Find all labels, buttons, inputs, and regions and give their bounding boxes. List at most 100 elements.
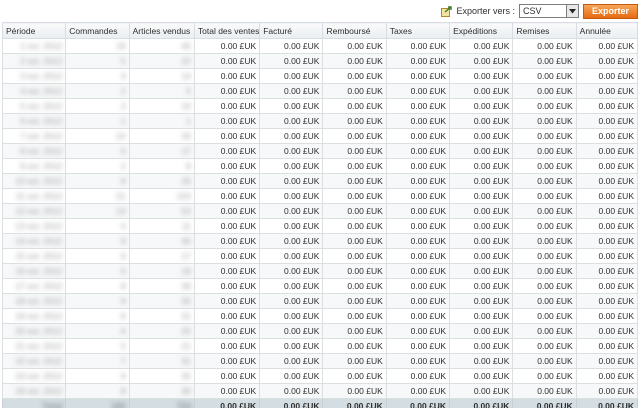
table-row[interactable]: 12 oct. 2012 13 53 0.00 £UK 0.00 £UK 0.00 £UK… [1, 203, 639, 219]
table-row[interactable]: 22 oct. 2012 7 31 0.00 £UK 0.00 £UK 0.00 £UK 0… [1, 353, 639, 369]
cell-amount: 0.00 £UK [259, 308, 324, 324]
table-row[interactable]: 16 oct. 2012 6 18 0.00 £UK 0.00 £UK 0.00 £UK 0… [1, 263, 639, 279]
table-row[interactable]: 11 oct. 2012 21 103 0.00 £UK 0.00 £UK 0.00 £U… [1, 188, 639, 204]
cell-period: 8 oct. 2012 [1, 143, 67, 159]
cell-amount: 0.00 £UK [512, 188, 577, 204]
cell-period: 2 oct. 2012 [1, 53, 67, 69]
cell-period: 1 oct. 2012 [1, 38, 67, 54]
totals-amount: 0.00 £UK [385, 398, 451, 408]
cell-amount: 0.00 £UK [385, 218, 451, 234]
cell-amount: 0.00 £UK [193, 383, 261, 399]
cell-amount: 0.00 £UK [575, 278, 639, 294]
cell-amount: 0.00 £UK [193, 158, 261, 174]
cell-amount: 0.00 £UK [575, 218, 639, 234]
cell-amount: 0.00 £UK [322, 368, 387, 384]
cell-amount: 0.00 £UK [259, 293, 324, 309]
column-header[interactable]: Remboursé [322, 22, 387, 39]
cell-period: 18 oct. 2012 [1, 293, 67, 309]
chevron-down-icon[interactable] [565, 5, 578, 17]
table-row[interactable]: 4 oct. 2012 2 5 0.00 £UK 0.00 £UK 0.00 £UK 0.0… [1, 83, 639, 99]
cell-amount: 0.00 £UK [385, 308, 451, 324]
table-row[interactable]: 2 oct. 2012 5 22 0.00 £UK 0.00 £UK 0.00 £UK 0.… [1, 53, 639, 69]
export-format-select[interactable]: CSV [518, 4, 579, 18]
cell-period: 7 oct. 2012 [1, 128, 67, 144]
column-header[interactable]: Commandes [65, 22, 130, 39]
table-row[interactable]: 20 oct. 2012 6 20 0.00 £UK 0.00 £UK 0.00 £UK 0… [1, 323, 639, 339]
column-header[interactable]: Expéditions [449, 22, 514, 39]
cell-amount: 0.00 £UK [512, 293, 577, 309]
cell-orders: 21 [65, 188, 130, 204]
column-header[interactable]: Annulée [575, 22, 639, 39]
cell-amount: 0.00 £UK [193, 218, 261, 234]
table-row[interactable]: 23 oct. 2012 9 35 0.00 £UK 0.00 £UK 0.00 £UK 0… [1, 368, 639, 384]
cell-amount: 0.00 £UK [259, 233, 324, 249]
cell-amount: 0.00 £UK [385, 158, 451, 174]
table-row[interactable]: 3 oct. 2012 4 14 0.00 £UK 0.00 £UK 0.00 £UK 0.… [1, 68, 639, 84]
cell-items: 17 [128, 248, 195, 264]
cell-amount: 0.00 £UK [322, 248, 387, 264]
cell-amount: 0.00 £UK [322, 68, 387, 84]
column-header[interactable]: Remises [512, 22, 577, 39]
cell-amount: 0.00 £UK [512, 53, 577, 69]
table-row[interactable]: 19 oct. 2012 8 31 0.00 £UK 0.00 £UK 0.00 £UK 0… [1, 308, 639, 324]
cell-amount: 0.00 £UK [385, 98, 451, 114]
cell-amount: 0.00 £UK [512, 158, 577, 174]
cell-items: 35 [128, 293, 195, 309]
cell-amount: 0.00 £UK [259, 323, 324, 339]
cell-amount: 0.00 £UK [385, 38, 451, 54]
cell-amount: 0.00 £UK [322, 128, 387, 144]
cell-amount: 0.00 £UK [385, 383, 451, 399]
table-row[interactable]: 14 oct. 2012 9 40 0.00 £UK 0.00 £UK 0.00 £UK 0… [1, 233, 639, 249]
table-row[interactable]: 15 oct. 2012 6 17 0.00 £UK 0.00 £UK 0.00 £UK 0… [1, 248, 639, 264]
column-header[interactable]: Total des ventes [193, 22, 261, 39]
cell-items: 20 [128, 323, 195, 339]
cell-orders: 3 [65, 98, 130, 114]
cell-amount: 0.00 £UK [512, 263, 577, 279]
cell-amount: 0.00 £UK [322, 278, 387, 294]
cell-amount: 0.00 £UK [449, 113, 514, 129]
table-row[interactable]: 21 oct. 2012 5 21 0.00 £UK 0.00 £UK 0.00 £UK 0… [1, 338, 639, 354]
cell-amount: 0.00 £UK [449, 368, 514, 384]
table-row[interactable]: 5 oct. 2012 3 10 0.00 £UK 0.00 £UK 0.00 £UK 0.… [1, 98, 639, 114]
table-row[interactable]: 1 oct. 2012 19 45 0.00 £UK 0.00 £UK 0.00 £UK 0… [1, 38, 639, 54]
cell-amount: 0.00 £UK [449, 38, 514, 54]
cell-amount: 0.00 £UK [449, 128, 514, 144]
export-button[interactable]: Exporter [582, 3, 638, 19]
cell-amount: 0.00 £UK [193, 188, 261, 204]
cell-amount: 0.00 £UK [193, 263, 261, 279]
cell-amount: 0.00 £UK [385, 113, 451, 129]
cell-amount: 0.00 £UK [259, 263, 324, 279]
table-row[interactable]: 7 oct. 2012 10 33 0.00 £UK 0.00 £UK 0.00 £UK 0… [1, 128, 639, 144]
table-row[interactable]: 13 oct. 2012 4 11 0.00 £UK 0.00 £UK 0.00 £UK 0… [1, 218, 639, 234]
cell-amount: 0.00 £UK [259, 173, 324, 189]
totals-row: Total 182 724 0.00 £UK 0.00 £UK 0.00 £UK 0.00 … [1, 398, 639, 408]
cell-amount: 0.00 £UK [322, 173, 387, 189]
column-header[interactable]: Taxes [385, 22, 451, 39]
cell-amount: 0.00 £UK [385, 353, 451, 369]
column-header[interactable]: Facturé [259, 22, 324, 39]
cell-amount: 0.00 £UK [575, 128, 639, 144]
cell-amount: 0.00 £UK [575, 203, 639, 219]
cell-orders: 2 [65, 158, 130, 174]
table-row[interactable]: 18 oct. 2012 9 35 0.00 £UK 0.00 £UK 0.00 £UK 0… [1, 293, 639, 309]
cell-amount: 0.00 £UK [512, 68, 577, 84]
column-header[interactable]: Période [1, 22, 67, 39]
cell-amount: 0.00 £UK [322, 218, 387, 234]
cell-amount: 0.00 £UK [385, 53, 451, 69]
table-row[interactable]: 6 oct. 2012 1 1 0.00 £UK 0.00 £UK 0.00 £UK 0.0… [1, 113, 639, 129]
cell-amount: 0.00 £UK [322, 98, 387, 114]
column-header[interactable]: Articles vendus [128, 22, 195, 39]
cell-amount: 0.00 £UK [449, 323, 514, 339]
cell-amount: 0.00 £UK [512, 278, 577, 294]
table-row[interactable]: 10 oct. 2012 8 26 0.00 £UK 0.00 £UK 0.00 £UK 0… [1, 173, 639, 189]
cell-items: 17 [128, 143, 195, 159]
cell-orders: 8 [65, 278, 130, 294]
table-row[interactable]: 24 oct. 2012 8 30 0.00 £UK 0.00 £UK 0.00 £UK 0… [1, 383, 639, 399]
cell-amount: 0.00 £UK [385, 203, 451, 219]
cell-period: 4 oct. 2012 [1, 83, 67, 99]
cell-amount: 0.00 £UK [575, 38, 639, 54]
cell-amount: 0.00 £UK [322, 83, 387, 99]
table-row[interactable]: 8 oct. 2012 6 17 0.00 £UK 0.00 £UK 0.00 £UK 0.… [1, 143, 639, 159]
table-row[interactable]: 9 oct. 2012 2 8 0.00 £UK 0.00 £UK 0.00 £UK 0.0… [1, 158, 639, 174]
table-row[interactable]: 17 oct. 2012 8 38 0.00 £UK 0.00 £UK 0.00 £UK 0… [1, 278, 639, 294]
